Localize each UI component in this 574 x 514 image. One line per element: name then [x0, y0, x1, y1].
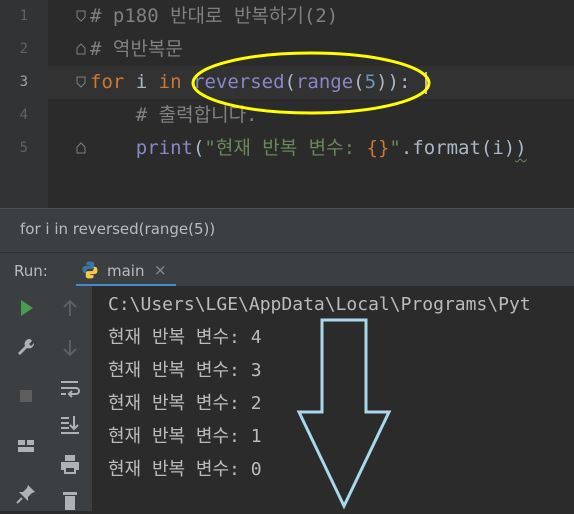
builtin-print: print — [135, 137, 193, 159]
fold-collapse-icon[interactable] — [76, 10, 86, 22]
console-line: 현재 반복 변수: 3 — [108, 360, 262, 381]
line-number: 3 — [19, 74, 28, 90]
run-tool-window-header: Run: main × — [0, 252, 574, 287]
run-tab-label: main — [107, 262, 145, 280]
scroll-to-end-icon[interactable] — [56, 410, 84, 438]
paren: )) — [376, 71, 399, 93]
code-comment: # p180 반대로 반복하기(2) — [90, 5, 339, 27]
number-literal: 5 — [364, 71, 377, 93]
console-line: 현재 반복 변수: 1 — [108, 426, 262, 447]
run-console-output[interactable]: C:\Users\LGE\AppData\Local\Programs\Pyt … — [92, 286, 574, 511]
fold-collapse-icon[interactable] — [76, 76, 86, 88]
code-line-4: # 출력합니다. — [90, 99, 258, 132]
line-number: 2 — [19, 41, 28, 57]
code-comment: # 출력합니다. — [135, 104, 258, 126]
text-caret — [425, 72, 427, 94]
close-icon[interactable]: × — [154, 261, 167, 279]
code-editor[interactable]: 1 2 3 4 5 # p180 반대로 반복하기(2) # 역반복문 for … — [0, 0, 574, 208]
line-number: 5 — [19, 140, 28, 156]
arrow-up-icon[interactable] — [56, 294, 84, 322]
keyword-in: in — [158, 71, 182, 93]
breadcrumb[interactable]: for i in reversed(range(5)) — [0, 208, 574, 252]
fold-end-icon[interactable] — [76, 43, 86, 55]
arrow-down-icon[interactable] — [56, 334, 84, 362]
run-toolbar-primary — [0, 286, 49, 511]
string-literal: "현재 반복 변수: — [204, 137, 367, 159]
colon: : — [398, 71, 411, 93]
string-literal-end: " — [389, 137, 401, 159]
line-number: 1 — [19, 8, 28, 24]
format-call: .format(i) — [400, 137, 516, 159]
console-line: 현재 반복 변수: 2 — [108, 393, 262, 414]
code-line-1: # p180 반대로 반복하기(2) — [90, 0, 338, 33]
console-line: 현재 반복 변수: 4 — [108, 327, 262, 348]
paren: ( — [353, 71, 365, 93]
run-tab-main[interactable]: main × — [76, 255, 176, 287]
builtin-range: range — [295, 71, 354, 93]
play-icon[interactable] — [12, 294, 40, 322]
builtin-reversed: reversed — [193, 71, 285, 93]
fold-end-icon[interactable] — [76, 142, 86, 154]
wrench-icon[interactable] — [12, 334, 40, 362]
loop-variable: i — [124, 71, 159, 93]
code-comment: # 역반복문 — [90, 38, 183, 60]
breadcrumb-text[interactable]: for i in reversed(range(5)) — [20, 220, 215, 238]
format-placeholder: {} — [366, 137, 390, 159]
line-number-gutter: 1 2 3 4 5 — [0, 0, 48, 208]
keyword-for: for — [90, 71, 125, 93]
console-line: 현재 반복 변수: 0 — [108, 459, 262, 480]
paren: ( — [192, 137, 205, 159]
layout-icon[interactable] — [12, 432, 40, 460]
paren: ) — [515, 137, 527, 159]
code-line-2: # 역반복문 — [90, 33, 183, 66]
soft-wrap-icon[interactable] — [56, 374, 84, 402]
print-icon[interactable] — [56, 450, 84, 478]
code-line-5: print("현재 반복 변수: {}".format(i)) — [90, 132, 527, 165]
trash-icon[interactable] — [56, 486, 84, 514]
code-line-3: for i in reversed(range(5)): — [90, 66, 410, 99]
paren: ( — [284, 71, 296, 93]
console-line: C:\Users\LGE\AppData\Local\Programs\Pyt — [108, 294, 531, 315]
run-toolbar-secondary — [48, 286, 93, 511]
pin-icon[interactable] — [12, 480, 40, 508]
stop-icon[interactable] — [12, 382, 40, 410]
run-label: Run: — [14, 262, 48, 280]
line-number: 4 — [19, 107, 28, 123]
python-icon — [82, 261, 98, 279]
